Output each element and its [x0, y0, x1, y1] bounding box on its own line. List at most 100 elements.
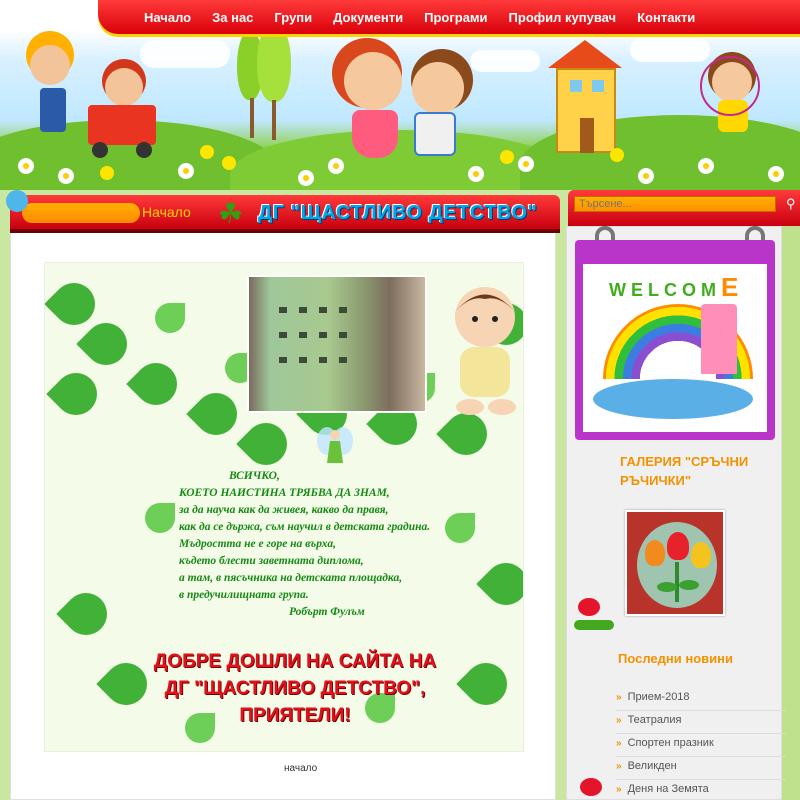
news-item-label: Прием-2018 — [627, 691, 690, 703]
daisy — [770, 168, 782, 180]
ladybug-icon — [580, 778, 602, 796]
tree-trunk — [272, 100, 276, 140]
news-item[interactable]: » Прием-2018 — [616, 688, 786, 711]
poem-line: как да се държа, съм научил в детската г… — [179, 521, 431, 533]
welcome-banner-image: ВСИЧКО, КОЕТО НАИСТИНА ТРЯБВА ДА ЗНАМ, з… — [44, 262, 524, 752]
news-item[interactable]: » Спортен празник — [616, 734, 786, 757]
bullet-icon: » — [616, 692, 622, 703]
toy-cart — [88, 105, 156, 145]
girl-dress — [352, 110, 398, 158]
poem-line: а там, в пясъчника на детската площадка, — [179, 572, 403, 584]
tulip-leaf — [679, 580, 699, 590]
clover-icon: ☘ — [218, 198, 244, 229]
news-item-label: Деня на Земята — [627, 783, 709, 795]
baby-illustration — [455, 287, 516, 415]
news-item-label: Театралия — [627, 714, 682, 726]
news-list: » Прием-2018 » Театралия » Спортен празник … — [616, 688, 786, 800]
clover-leaf — [56, 584, 116, 644]
boy-body — [40, 88, 66, 132]
news-item-label: Великден — [627, 760, 677, 772]
castle — [701, 304, 737, 374]
cloud — [630, 38, 710, 62]
clover-leaf — [76, 314, 136, 374]
hill — [230, 130, 570, 190]
welcome-line: ДГ "ЩАСТЛИВО ДЕТСТВО", — [164, 678, 426, 699]
yellow-flower — [100, 166, 114, 180]
nav-item-groups[interactable]: Групи — [274, 10, 312, 25]
kindergarten-building-photo — [247, 275, 427, 413]
dancing-girl — [344, 52, 402, 110]
bird-icon — [6, 190, 28, 212]
photo-window — [299, 357, 307, 363]
daisy — [700, 160, 712, 172]
daisy — [330, 160, 342, 172]
gallery-thumbnail[interactable] — [625, 510, 725, 616]
girl-in-cart — [105, 68, 143, 106]
daisy — [20, 160, 32, 172]
photo-window — [279, 332, 287, 338]
poem-line: където блести заветната диплома, — [179, 555, 364, 567]
main-nav: Начало За нас Групи Документи Програми П… — [98, 0, 800, 34]
tulip-leaf — [657, 582, 677, 592]
yellow-flower — [200, 145, 214, 159]
bullet-icon: » — [616, 784, 622, 795]
daisy — [640, 170, 652, 182]
bullet-icon: » — [616, 715, 622, 726]
nav-item-contacts[interactable]: Контакти — [637, 10, 695, 25]
daisy — [470, 168, 482, 180]
photo-window — [279, 357, 287, 363]
gallery-title[interactable]: ГАЛЕРИЯ "СРЪЧНИ РЪЧИЧКИ" — [620, 452, 770, 490]
photo-window — [339, 307, 347, 313]
paper-tulip — [645, 540, 665, 566]
photo-window — [319, 332, 327, 338]
cloud — [140, 40, 230, 68]
news-item[interactable]: » Деня на Земята — [616, 780, 786, 800]
search-input[interactable] — [574, 196, 776, 212]
photo-window — [279, 307, 287, 313]
photo-window — [339, 357, 347, 363]
ribbon — [700, 56, 760, 116]
clover-leaf — [155, 303, 185, 333]
clover-leaf — [46, 364, 106, 424]
clover-leaf — [145, 503, 175, 533]
news-item[interactable]: » Великден — [616, 757, 786, 780]
welcome-line: ПРИЯТЕЛИ! — [239, 705, 351, 726]
tulip-stem — [675, 562, 679, 602]
water-island — [593, 379, 753, 419]
welcome-message: ДОБРЕ ДОШЛИ НА САЙТА НА ДГ "ЩАСТЛИВО ДЕТ… — [115, 648, 475, 729]
poem-text: ВСИЧКО, КОЕТО НАИСТИНА ТРЯБВА ДА ЗНАМ, з… — [179, 468, 509, 621]
tree-trunk — [250, 98, 254, 138]
cloud — [470, 50, 540, 72]
yellow-flower — [610, 148, 624, 162]
news-item[interactable]: » Театралия — [616, 711, 786, 734]
welcome-line: ДОБРЕ ДОШЛИ НА САЙТА НА — [153, 651, 437, 672]
news-item-label: Спортен празник — [627, 737, 714, 749]
paper-tulip — [667, 532, 689, 560]
page-title-bar: Начало ☘ ДГ "ЩАСТЛИВО ДЕТСТВО" — [10, 195, 560, 233]
boy-with-hat — [30, 45, 70, 85]
paper-tulip — [691, 542, 711, 568]
poem-author: Робърт Фулъм — [289, 606, 365, 618]
yellow-flower — [500, 150, 514, 164]
nav-item-home[interactable]: Начало — [144, 10, 191, 25]
news-title: Последни новини — [618, 651, 733, 666]
poem-line: за да науча как да живея, какво да правя… — [179, 504, 389, 516]
breadcrumb[interactable]: Начало — [142, 204, 191, 220]
nav-item-programs[interactable]: Програми — [424, 10, 487, 25]
cart-wheel — [136, 142, 152, 158]
house-window — [570, 80, 582, 92]
ladybug-icon — [578, 598, 600, 616]
poem-line: в предучилищната група. — [179, 589, 309, 601]
daisy — [300, 172, 312, 184]
house-door — [580, 118, 594, 153]
search-icon[interactable]: ⚲ — [786, 196, 800, 212]
poem-line: ВСИЧКО, — [229, 470, 280, 482]
nav-item-about[interactable]: За нас — [212, 10, 253, 25]
nav-item-buyer-profile[interactable]: Профил купувач — [509, 10, 617, 25]
bullet-icon: » — [616, 738, 622, 749]
daisy — [180, 165, 192, 177]
nav-item-documents[interactable]: Документи — [333, 10, 403, 25]
photo-window — [319, 357, 327, 363]
cart-wheel — [92, 142, 108, 158]
tree — [257, 22, 291, 102]
